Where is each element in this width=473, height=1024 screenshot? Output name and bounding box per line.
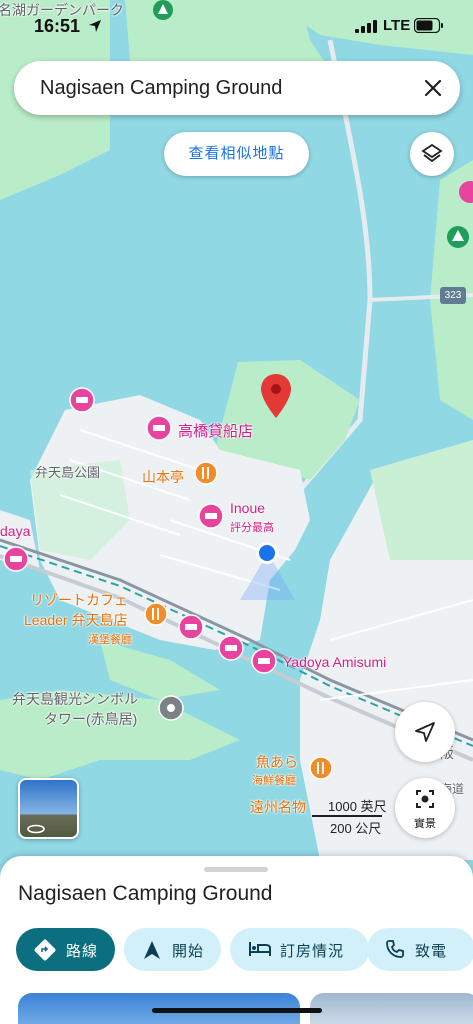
map-label-yadoya[interactable]: Yadoya Amisumi	[283, 654, 386, 670]
search-query[interactable]: Nagisaen Camping Ground	[40, 77, 282, 100]
similar-places-button[interactable]: 查看相似地點	[164, 132, 309, 176]
call-label: 致電	[415, 943, 448, 960]
map-label-inoue[interactable]: Inoue	[230, 500, 265, 516]
navigation-arrow-icon	[415, 722, 435, 742]
road-shield: 323	[440, 287, 466, 304]
my-location-button[interactable]	[395, 702, 455, 762]
status-bar: 16:51 LTE	[0, 0, 473, 50]
phone-icon	[386, 940, 404, 958]
live-view-button[interactable]: 實景	[395, 778, 455, 838]
hotel-pin-icon[interactable]	[458, 180, 473, 206]
map-label-resort-cafe-1[interactable]: リゾートカフェ	[30, 590, 128, 610]
map-label-inoue-sub: 評分最高	[230, 522, 274, 534]
map-label-symbol-tower-2[interactable]: タワー(赤鳥居)	[44, 709, 137, 729]
map-label-enshu[interactable]: 遠州名物	[250, 797, 306, 817]
map-view[interactable]: 名湖ガーデンパーク 323 高橋貸船店 弁天島公園 山本亭 Inoue 評分最高…	[0, 0, 473, 860]
scale-imperial: 1000 英尺	[328, 799, 387, 814]
park-pin-icon[interactable]	[445, 225, 471, 251]
hotel-pin-icon[interactable]	[69, 387, 95, 413]
hotel-pin-icon[interactable]	[251, 648, 277, 674]
call-button[interactable]: 致電	[367, 928, 473, 971]
directions-label: 路線	[66, 943, 99, 960]
home-indicator[interactable]	[152, 1008, 322, 1013]
map-label-symbol-tower-1[interactable]: 弁天島観光シンボル	[12, 689, 138, 709]
start-button[interactable]: 開始	[124, 928, 221, 971]
map-label-uoara-sub: 海鮮餐廳	[252, 775, 296, 787]
scale-line	[312, 815, 382, 817]
map-label-park[interactable]: 弁天島公園	[35, 462, 100, 481]
scale-metric: 200 公尺	[330, 821, 382, 836]
restaurant-pin-icon[interactable]	[309, 756, 333, 780]
restaurant-pin-icon[interactable]	[194, 461, 218, 485]
start-label: 開始	[172, 943, 205, 960]
status-time: 16:51	[34, 16, 81, 36]
map-label-daya[interactable]: daya	[0, 523, 30, 539]
hotel-pin-icon[interactable]	[218, 635, 244, 661]
booking-label: 訂房情況	[280, 943, 345, 960]
scale-bar: 1000 英尺 200 公尺	[312, 796, 390, 836]
place-bottom-sheet[interactable]: Nagisaen Camping Ground 路線 開始 訂房情況 致電	[0, 856, 473, 1024]
bed-icon	[249, 942, 271, 956]
map-label-takahashi[interactable]: 高橋貸船店	[178, 420, 253, 441]
sheet-drag-handle[interactable]	[204, 867, 268, 872]
current-location-dot	[256, 542, 278, 564]
hotel-pin-icon[interactable]	[198, 503, 224, 529]
restaurant-pin-icon[interactable]	[144, 602, 168, 626]
close-icon[interactable]	[420, 75, 446, 101]
map-label-uoara[interactable]: 魚あら	[256, 752, 298, 772]
live-view-label: 實景	[414, 818, 436, 830]
layers-button[interactable]	[410, 132, 454, 176]
booking-button[interactable]: 訂房情況	[230, 928, 369, 971]
action-chips: 路線 開始 訂房情況 致電	[16, 928, 473, 972]
battery-icon	[414, 18, 443, 33]
place-photo[interactable]	[310, 993, 473, 1024]
directions-button[interactable]: 路線	[16, 928, 115, 971]
network-type: LTE	[383, 17, 411, 34]
cellular-signal-icon	[355, 20, 377, 33]
rotate-360-icon	[27, 824, 45, 834]
hotel-pin-icon[interactable]	[146, 415, 172, 441]
layers-icon	[421, 143, 443, 163]
hotel-pin-icon[interactable]	[178, 614, 204, 640]
map-label-resort-cafe-2[interactable]: Leader 弁天島店	[24, 610, 127, 630]
street-view-thumbnail[interactable]	[18, 778, 79, 839]
directions-icon	[34, 939, 56, 961]
destination-pin-icon[interactable]	[261, 374, 291, 418]
camera-lens-icon	[416, 790, 434, 808]
navigation-arrow-icon	[144, 941, 160, 959]
place-title: Nagisaen Camping Ground	[18, 882, 273, 905]
map-label-yamamoto[interactable]: 山本亭	[142, 467, 184, 487]
hotel-pin-icon[interactable]	[3, 546, 29, 572]
search-bar[interactable]: Nagisaen Camping Ground	[14, 61, 460, 115]
location-services-icon	[89, 20, 101, 32]
landmark-pin-icon[interactable]	[158, 695, 184, 721]
map-label-resort-cafe-sub: 漢堡餐廳	[88, 634, 132, 646]
